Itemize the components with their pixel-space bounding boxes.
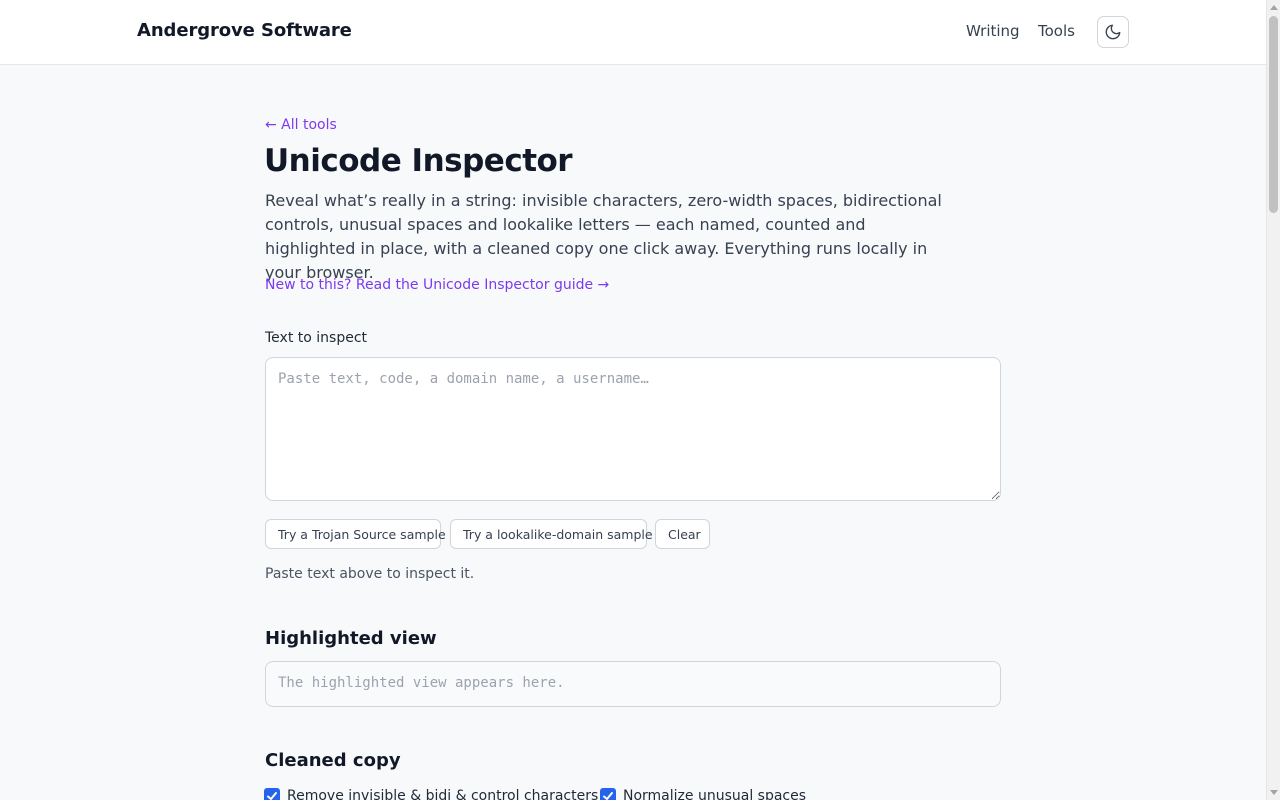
back-to-all-tools-link[interactable]: ← All tools: [265, 117, 337, 133]
intro-text: Reveal what’s really in a string: invisi…: [265, 191, 942, 282]
trojan-source-sample-button[interactable]: Try a Trojan Source sample: [265, 519, 446, 549]
cleaned-copy-heading: Cleaned copy: [265, 750, 401, 771]
remove-invisible-option[interactable]: Remove invisible & bidi & control charac…: [264, 788, 598, 800]
highlighted-view-heading: Highlighted view: [265, 628, 437, 649]
normalize-spaces-label: Normalize unusual spaces: [623, 788, 807, 800]
page: Andergrove Software Writing Tools ← All …: [0, 0, 1280, 800]
normalize-spaces-checkbox[interactable]: [600, 788, 616, 800]
scroll-down-arrow-icon[interactable]: [1270, 790, 1278, 795]
nav-tools[interactable]: Tools: [1038, 22, 1075, 40]
lookalike-domain-sample-button[interactable]: Try a lookalike-domain sample: [450, 519, 653, 549]
text-to-inspect-input[interactable]: [265, 357, 1001, 501]
clear-button[interactable]: Clear: [655, 519, 710, 549]
scroll-thumb[interactable]: [1269, 16, 1278, 213]
checkmark-icon: [267, 792, 277, 800]
theme-toggle-button[interactable]: [1097, 16, 1129, 48]
site-header: Andergrove Software Writing Tools: [0, 0, 1266, 65]
guide-link[interactable]: New to this? Read the Unicode Inspector …: [265, 277, 609, 293]
remove-invisible-label: Remove invisible & bidi & control charac…: [287, 788, 599, 800]
text-input-label: Text to inspect: [265, 330, 368, 346]
nav-writing[interactable]: Writing: [966, 22, 1020, 40]
remove-invisible-checkbox[interactable]: [264, 788, 280, 800]
status-text: Paste text above to inspect it.: [265, 566, 475, 582]
site-brand[interactable]: Andergrove Software: [137, 20, 352, 41]
moon-icon: [1105, 24, 1121, 40]
checkmark-icon: [603, 792, 613, 800]
highlighted-view-placeholder: The highlighted view appears here.: [278, 675, 565, 691]
scroll-up-arrow-icon[interactable]: [1270, 5, 1278, 10]
highlighted-view-box: The highlighted view appears here.: [265, 661, 1001, 707]
page-scrollbar[interactable]: [1266, 0, 1280, 800]
normalize-spaces-option[interactable]: Normalize unusual spaces: [600, 788, 806, 800]
page-title: Unicode Inspector: [264, 143, 573, 179]
